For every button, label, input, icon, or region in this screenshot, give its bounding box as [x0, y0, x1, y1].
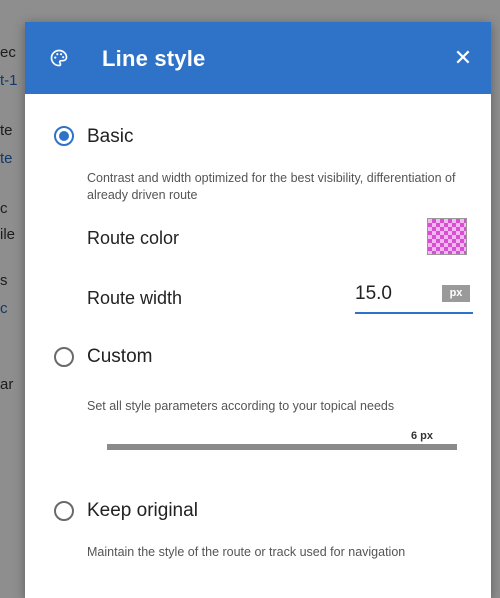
close-button[interactable]: ✕	[449, 44, 477, 72]
basic-description: Contrast and width optimized for the bes…	[87, 171, 456, 202]
keep-original-radio[interactable]	[54, 501, 74, 521]
close-icon: ✕	[453, 45, 473, 70]
route-color-label: Route color	[87, 228, 180, 248]
route-width-value[interactable]: 15.0	[355, 283, 392, 305]
route-width-unit: px	[442, 285, 470, 302]
width-slider[interactable]	[107, 444, 457, 450]
palette-icon	[50, 49, 68, 67]
basic-option-label[interactable]: Basic	[87, 126, 133, 148]
custom-radio[interactable]	[54, 347, 74, 367]
custom-description: Set all style parameters according to yo…	[87, 399, 395, 413]
keep-original-description: Maintain the style of the route or track…	[87, 545, 406, 559]
route-width-field[interactable]: 15.0 px	[355, 280, 473, 314]
basic-radio[interactable]	[54, 126, 74, 146]
route-color-swatch[interactable]	[427, 218, 467, 255]
slider-value-label: 6 px	[411, 430, 434, 442]
dialog-header: Line style ✕	[25, 22, 491, 94]
custom-option-label[interactable]: Custom	[87, 346, 152, 368]
dialog-title: Line style	[102, 46, 206, 71]
route-width-label: Route width	[87, 288, 183, 308]
keep-original-option-label[interactable]: Keep original	[87, 500, 198, 522]
line-style-dialog: Line style ✕ Basic Contrast and width op…	[25, 22, 491, 598]
